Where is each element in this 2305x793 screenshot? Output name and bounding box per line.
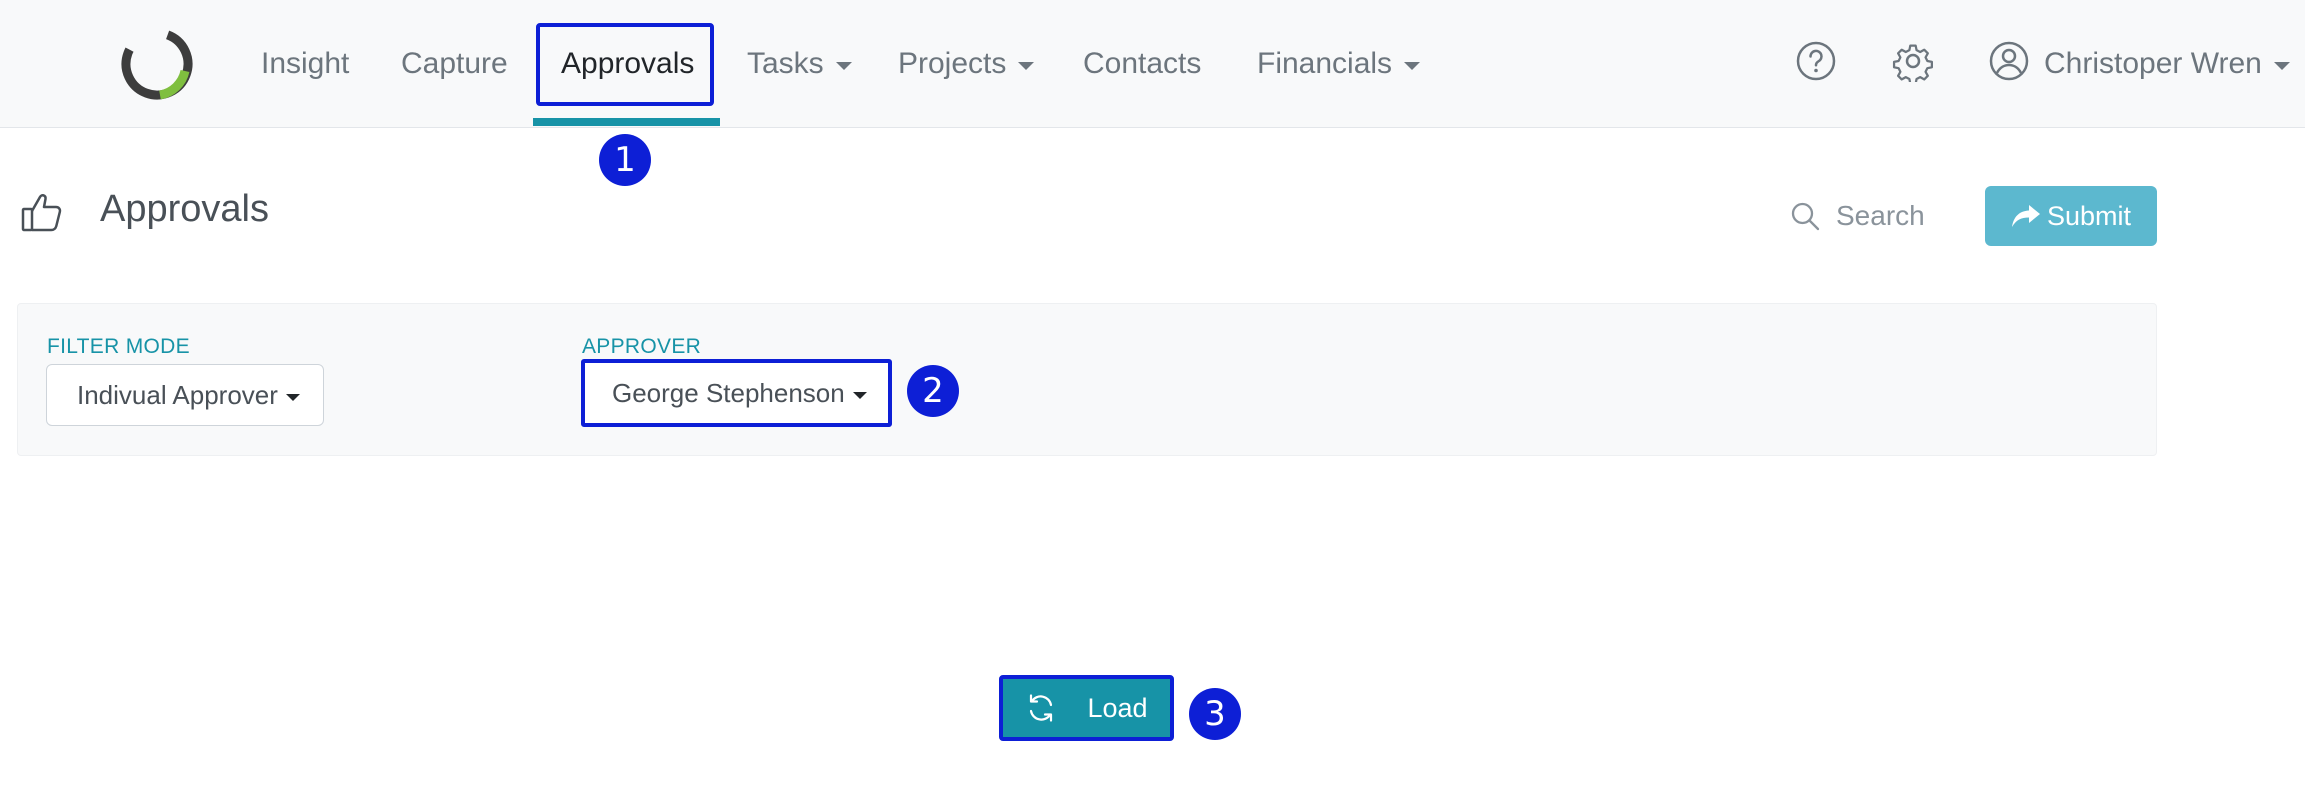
refresh-icon xyxy=(1030,694,1053,722)
submit-button[interactable]: Submit xyxy=(1985,186,2157,246)
load-label: Load xyxy=(1087,692,1148,723)
approver-select[interactable]: George Stephenson xyxy=(581,359,892,427)
nav-capture[interactable]: Capture xyxy=(401,0,508,128)
chevron-down-icon xyxy=(835,62,852,70)
top-navbar: Insight Capture Approvals Tasks Projects… xyxy=(0,0,2305,128)
step-marker-2-label: 2 xyxy=(922,371,944,411)
chevron-down-icon xyxy=(1018,62,1035,70)
nav-insight-label: Insight xyxy=(261,47,350,80)
thumbs-up-icon xyxy=(21,194,62,232)
step-marker-1-label: 1 xyxy=(614,140,636,180)
help-circle-icon[interactable] xyxy=(1795,40,1837,82)
nav-tasks-label: Tasks xyxy=(747,47,824,80)
filter-mode-value: Indivual Approver xyxy=(77,379,278,410)
gear-icon[interactable] xyxy=(1892,40,1934,82)
submit-label: Submit xyxy=(2046,200,2132,231)
nav-insight[interactable]: Insight xyxy=(261,0,349,128)
step-marker-3-label: 3 xyxy=(1204,694,1226,734)
user-menu[interactable]: Christoper Wren xyxy=(2044,0,2290,128)
filter-panel xyxy=(17,303,2157,456)
nav-capture-label: Capture xyxy=(401,47,508,80)
nav-financials[interactable]: Financials xyxy=(1257,0,1421,128)
load-button[interactable]: Load xyxy=(999,675,1174,741)
nav-projects[interactable]: Projects xyxy=(898,0,1035,128)
share-arrow-icon xyxy=(2011,205,2040,227)
nav-contacts-label: Contacts xyxy=(1083,47,1202,80)
user-name-label: Christoper Wren xyxy=(2044,47,2262,80)
nav-tasks[interactable]: Tasks xyxy=(747,0,852,128)
step-marker-1: 1 xyxy=(599,134,651,186)
step-marker-2: 2 xyxy=(907,365,959,417)
user-circle-icon[interactable] xyxy=(1988,40,2030,82)
approver-label: APPROVER xyxy=(582,335,702,358)
filter-mode-label: FILTER MODE xyxy=(47,335,190,358)
search-box[interactable] xyxy=(1790,198,1956,234)
search-input[interactable] xyxy=(1836,200,1956,232)
ring-logo-icon[interactable] xyxy=(120,27,194,101)
chevron-down-icon xyxy=(852,391,867,399)
nav-financials-label: Financials xyxy=(1257,47,1393,80)
page-title: Approvals xyxy=(100,188,269,230)
nav-approvals[interactable]: Approvals xyxy=(561,0,694,128)
active-tab-underline xyxy=(533,118,720,126)
chevron-down-icon xyxy=(285,393,300,401)
search-icon xyxy=(1791,202,1820,231)
nav-projects-label: Projects xyxy=(898,47,1007,80)
nav-contacts[interactable]: Contacts xyxy=(1083,0,1201,128)
step-marker-3: 3 xyxy=(1189,688,1241,740)
chevron-down-icon xyxy=(2273,62,2290,70)
chevron-down-icon xyxy=(1404,62,1421,70)
approver-value: George Stephenson xyxy=(612,377,845,408)
nav-approvals-label: Approvals xyxy=(561,47,695,80)
filter-mode-select[interactable]: Indivual Approver xyxy=(46,364,324,426)
